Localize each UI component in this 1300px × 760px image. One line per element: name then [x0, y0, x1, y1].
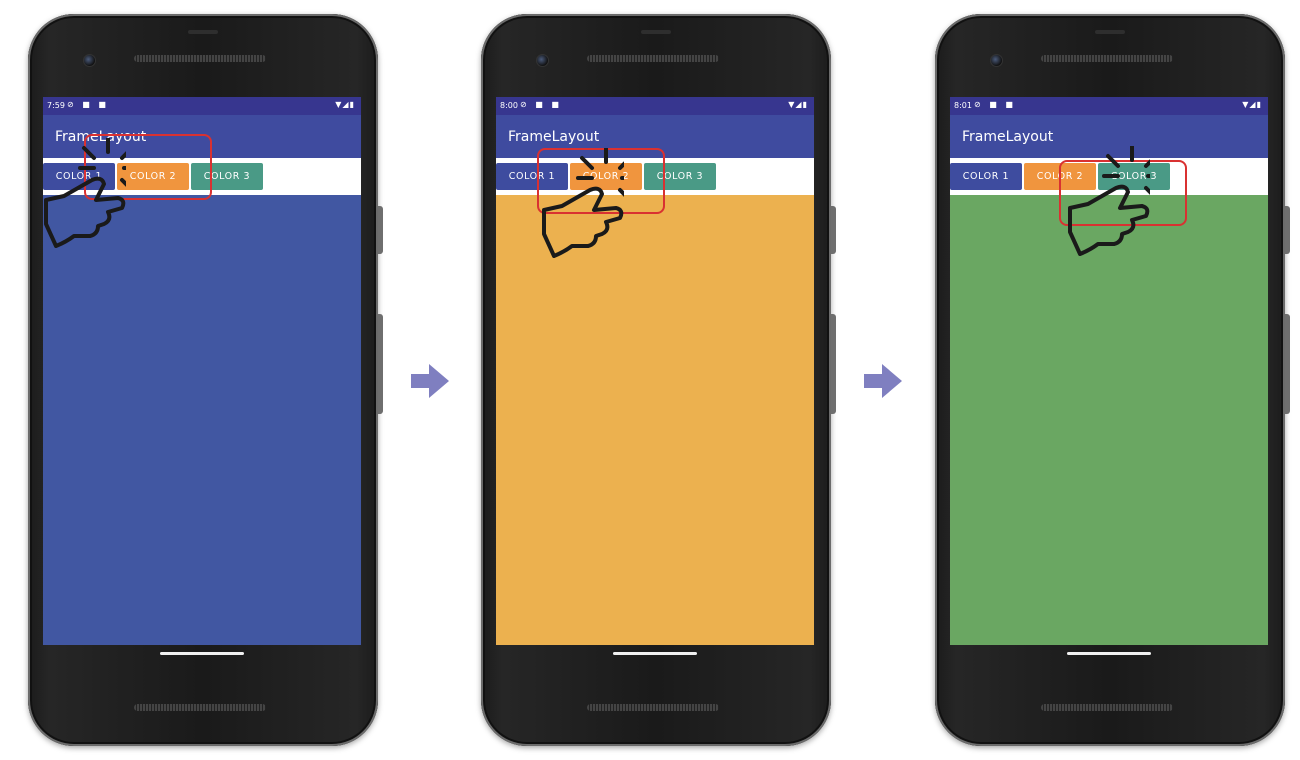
arrow-right-icon — [411, 364, 449, 398]
status-bar: 8:00 ⊘ ■ ■ ▼◢▮ — [496, 97, 814, 115]
wifi-signal-battery-icon: ▼◢▮ — [788, 100, 808, 109]
notch — [1095, 30, 1125, 34]
status-time: 7:59 — [47, 101, 65, 110]
frame-content — [950, 195, 1268, 645]
hand-tap-icon — [44, 138, 126, 248]
notification-icons: ⊘ ■ ■ — [67, 100, 109, 109]
notch — [641, 30, 671, 34]
status-bar: 7:59 ⊘ ■ ■ ▼◢▮ — [43, 97, 361, 115]
status-time: 8:01 — [954, 101, 972, 110]
top-speaker — [134, 55, 266, 62]
hand-tap-icon — [542, 148, 624, 258]
phone-frame-2: 8:00 ⊘ ■ ■ ▼◢▮ FrameLayout COLOR 1 COLOR… — [481, 14, 836, 746]
notification-icons: ⊘ ■ ■ — [520, 100, 562, 109]
phone-frame-3: 8:01 ⊘ ■ ■ ▼◢▮ FrameLayout COLOR 1 COLOR… — [935, 14, 1290, 746]
hand-tap-icon — [1068, 146, 1150, 256]
arrow-right-icon — [864, 364, 902, 398]
wifi-signal-battery-icon: ▼◢▮ — [335, 100, 355, 109]
frame-content — [43, 195, 361, 645]
bottom-speaker — [587, 704, 719, 711]
home-indicator[interactable] — [1067, 652, 1151, 655]
app-title: FrameLayout — [508, 129, 600, 145]
color-1-button[interactable]: COLOR 1 — [950, 163, 1022, 190]
home-indicator[interactable] — [160, 652, 244, 655]
home-indicator[interactable] — [613, 652, 697, 655]
status-time: 8:00 — [500, 101, 518, 110]
front-camera — [83, 54, 96, 67]
front-camera — [990, 54, 1003, 67]
wifi-signal-battery-icon: ▼◢▮ — [1242, 100, 1262, 109]
top-speaker — [1041, 55, 1173, 62]
app-title: FrameLayout — [962, 129, 1054, 145]
frame-content — [496, 195, 814, 645]
front-camera — [536, 54, 549, 67]
notch — [188, 30, 218, 34]
status-bar: 8:01 ⊘ ■ ■ ▼◢▮ — [950, 97, 1268, 115]
phone-frame-1: 7:59 ⊘ ■ ■ ▼◢▮ FrameLayout COLOR 1 COLOR… — [28, 14, 383, 746]
bottom-speaker — [1041, 704, 1173, 711]
bottom-speaker — [134, 704, 266, 711]
notification-icons: ⊘ ■ ■ — [974, 100, 1016, 109]
top-speaker — [587, 55, 719, 62]
